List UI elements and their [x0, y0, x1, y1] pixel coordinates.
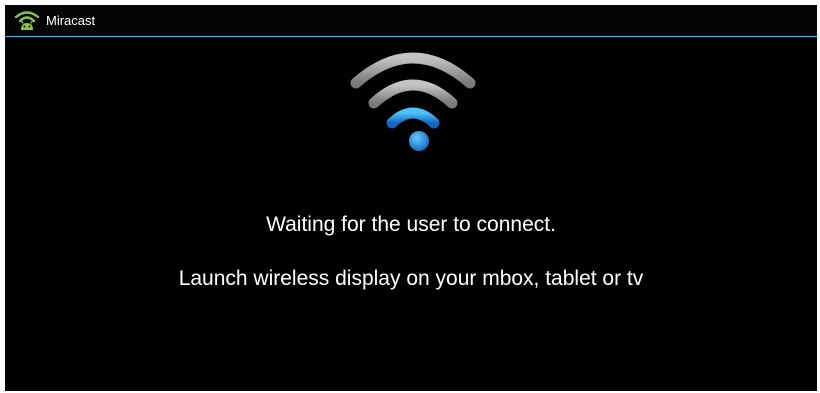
- android-wifi-icon: [14, 11, 40, 30]
- wifi-signal-icon: [350, 52, 476, 151]
- connection-instruction-message: Launch wireless display on your mbox, ta…: [178, 267, 644, 290]
- wifi-dot: [409, 131, 429, 151]
- wifi-arc-middle: [368, 79, 458, 109]
- miracast-screen: Miracast Waiting for the user to connect…: [5, 5, 817, 391]
- action-bar: Miracast: [5, 5, 817, 37]
- connection-status-message: Waiting for the user to connect.: [266, 213, 556, 236]
- wifi-arc-outer: [350, 52, 476, 89]
- wifi-arc-inner: [386, 107, 440, 129]
- app-title: Miracast: [46, 13, 96, 28]
